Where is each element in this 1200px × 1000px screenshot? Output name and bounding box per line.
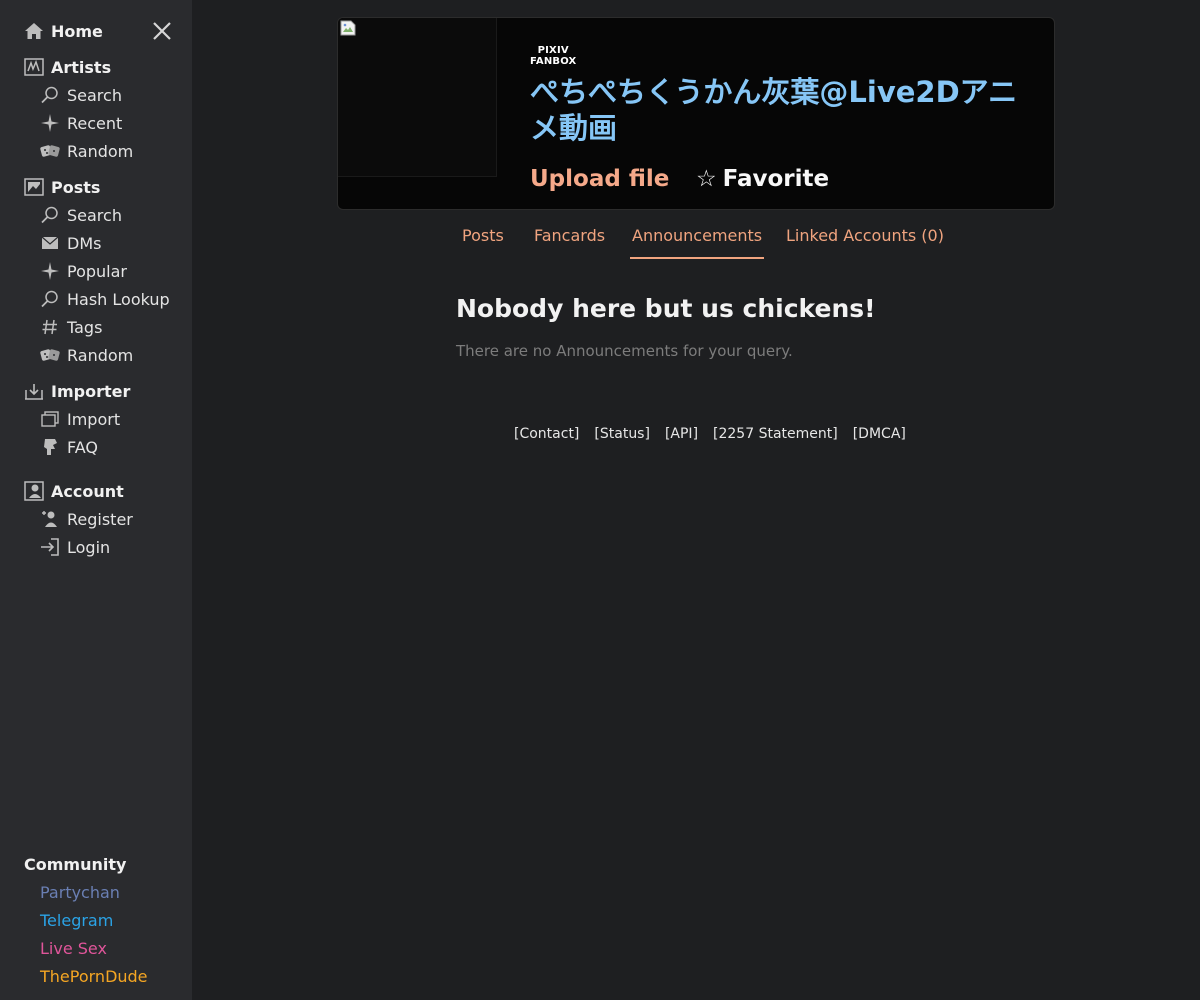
- sidebar-home-link[interactable]: Home: [24, 19, 103, 43]
- faq-icon: [40, 437, 60, 457]
- close-sidebar-button[interactable]: [150, 19, 174, 43]
- sidebar-item-posts-random[interactable]: Random: [40, 343, 133, 367]
- sidebar-item-label: Tags: [67, 317, 103, 337]
- sidebar-item-posts-search[interactable]: Search: [40, 203, 122, 227]
- favorite-button[interactable]: ☆ Favorite: [696, 166, 829, 192]
- sidebar-item-label: Random: [67, 345, 134, 365]
- sidebar-item-label: Import: [67, 409, 121, 429]
- sidebar: Home Artists Search Recent Random Posts …: [0, 0, 192, 1000]
- star-icon: ☆: [696, 166, 717, 192]
- sidebar-item-artists-recent[interactable]: Recent: [40, 111, 122, 135]
- posts-label: Posts: [51, 177, 101, 197]
- account-label: Account: [51, 481, 124, 501]
- tab-fancards[interactable]: Fancards: [532, 226, 607, 259]
- empty-state-subtitle: There are no Announcements for your quer…: [456, 342, 793, 360]
- search-icon: [40, 205, 60, 225]
- sidebar-item-posts-tags[interactable]: Tags: [40, 315, 102, 339]
- community-heading: Community: [24, 855, 127, 874]
- search-icon: [40, 85, 60, 105]
- upload-file-link[interactable]: Upload file: [530, 166, 669, 192]
- sidebar-item-label: Hash Lookup: [67, 289, 170, 309]
- service-logo-line1: PIXIV: [537, 45, 569, 56]
- import-icon: [40, 409, 60, 429]
- footer-link-api[interactable]: [API]: [665, 426, 698, 442]
- sidebar-item-label: DMs: [67, 233, 102, 253]
- footer-link-status[interactable]: [Status]: [594, 426, 650, 442]
- home-icon: [24, 21, 44, 41]
- sidebar-section-account[interactable]: Account: [24, 479, 124, 503]
- sparkle-icon: [40, 113, 60, 133]
- sidebar-item-label: Random: [67, 141, 134, 161]
- sidebar-item-label: Recent: [67, 113, 123, 133]
- sidebar-item-artists-search[interactable]: Search: [40, 83, 122, 107]
- sidebar-item-label: Login: [67, 537, 111, 557]
- sidebar-item-import[interactable]: Import: [40, 407, 120, 431]
- sidebar-section-importer[interactable]: Importer: [24, 379, 130, 403]
- search-icon: [40, 289, 60, 309]
- artist-name[interactable]: ぺちぺちくうかん灰葉@Live2Dアニメ動画: [530, 74, 1045, 146]
- mail-icon: [40, 233, 60, 253]
- sidebar-item-label: FAQ: [67, 437, 98, 457]
- sidebar-item-posts-popular[interactable]: Popular: [40, 259, 127, 283]
- sidebar-item-login[interactable]: Login: [40, 535, 110, 559]
- footer-link-dmca[interactable]: [DMCA]: [853, 426, 906, 442]
- service-logo-pixiv-fanbox[interactable]: PIXIV FANBOX: [530, 45, 576, 67]
- empty-state-title: Nobody here but us chickens!: [456, 294, 876, 323]
- sidebar-item-faq[interactable]: FAQ: [40, 435, 98, 459]
- importer-icon: [24, 381, 44, 401]
- service-logo-line2: FANBOX: [530, 56, 577, 67]
- hash-icon: [40, 317, 60, 337]
- artists-icon: [24, 57, 44, 77]
- sidebar-item-posts-hash-lookup[interactable]: Hash Lookup: [40, 287, 170, 311]
- sidebar-item-label: Register: [67, 509, 133, 529]
- home-label: Home: [51, 21, 103, 41]
- community-link-partychan[interactable]: Partychan: [40, 883, 120, 902]
- sidebar-item-label: Search: [67, 205, 122, 225]
- tab-linked-accounts[interactable]: Linked Accounts (0): [784, 226, 946, 259]
- sidebar-item-artists-random[interactable]: Random: [40, 139, 133, 163]
- footer-link-contact[interactable]: [Contact]: [514, 426, 579, 442]
- importer-label: Importer: [51, 381, 131, 401]
- footer-link-2257-statement[interactable]: [2257 Statement]: [713, 426, 838, 442]
- footer: [Contact] [Status] [API] [2257 Statement…: [514, 426, 906, 442]
- sidebar-section-posts[interactable]: Posts: [24, 175, 100, 199]
- artist-header-card: PIXIV FANBOX ぺちぺちくうかん灰葉@Live2Dアニメ動画 Uplo…: [337, 17, 1055, 210]
- artist-avatar[interactable]: [338, 18, 497, 177]
- community-link-theporndude[interactable]: ThePornDude: [40, 967, 148, 986]
- tab-announcements[interactable]: Announcements: [630, 226, 765, 259]
- dice-icon: [40, 141, 60, 161]
- broken-image-icon: [340, 20, 356, 36]
- sidebar-item-label: Search: [67, 85, 122, 105]
- account-icon: [24, 481, 44, 501]
- login-icon: [40, 537, 60, 557]
- sidebar-item-posts-dms[interactable]: DMs: [40, 231, 101, 255]
- sidebar-section-artists[interactable]: Artists: [24, 55, 111, 79]
- posts-icon: [24, 177, 44, 197]
- community-link-live-sex[interactable]: Live Sex: [40, 939, 107, 958]
- register-icon: [40, 509, 60, 529]
- sidebar-item-register[interactable]: Register: [40, 507, 133, 531]
- close-icon: [150, 19, 174, 43]
- community-link-telegram[interactable]: Telegram: [40, 911, 113, 930]
- dice-icon: [40, 345, 60, 365]
- sidebar-item-label: Popular: [67, 261, 127, 281]
- tab-posts[interactable]: Posts: [460, 226, 506, 259]
- artists-label: Artists: [51, 57, 112, 77]
- sparkle-icon: [40, 261, 60, 281]
- favorite-label: Favorite: [722, 166, 830, 192]
